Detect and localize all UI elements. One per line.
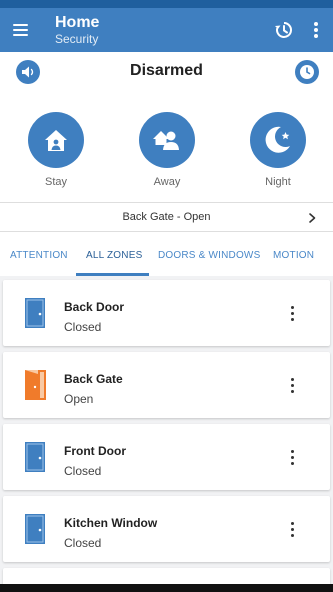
zone-card[interactable]: Kitchen Window Closed: [3, 496, 330, 562]
door-closed-icon: [25, 442, 45, 472]
zone-card[interactable]: Front Door Closed: [3, 424, 330, 490]
window-closed-icon: [25, 514, 45, 544]
overflow-menu-icon[interactable]: [309, 20, 323, 40]
more-options-icon[interactable]: [288, 376, 298, 394]
zone-state: Closed: [64, 536, 102, 550]
notice-text: Back Gate - Open: [122, 211, 211, 223]
tab-attention[interactable]: ATTENTION: [10, 250, 68, 261]
mode-night-button[interactable]: Night: [248, 112, 308, 188]
history-icon[interactable]: [274, 20, 294, 40]
security-status: Disarmed: [130, 62, 203, 79]
zone-name: Front Door: [64, 444, 126, 458]
zone-state: Closed: [64, 464, 102, 478]
app-bar: Home Security: [0, 8, 333, 52]
zone-state: Open: [64, 392, 94, 406]
people-away-icon: [139, 112, 195, 168]
door-closed-icon: [25, 298, 45, 328]
mode-away-button[interactable]: Away: [137, 112, 197, 188]
mode-label: Away: [153, 176, 181, 188]
app-bar-subtitle: Security: [55, 32, 99, 46]
open-zone-notice[interactable]: Back Gate - Open: [0, 202, 333, 232]
moon-night-icon: [250, 112, 306, 168]
mode-stay-button[interactable]: Stay: [26, 112, 86, 188]
home-stay-icon: [28, 112, 84, 168]
app-bar-titles: Home Security: [55, 13, 99, 46]
tab-all-zones[interactable]: ALL ZONES: [86, 250, 142, 261]
zone-name: Back Gate: [64, 372, 123, 386]
mode-label: Stay: [44, 176, 67, 188]
status-bar: [0, 0, 333, 8]
clock-icon[interactable]: [295, 60, 319, 84]
zone-card[interactable]: Back Door Closed: [3, 280, 330, 346]
zone-name: Back Door: [64, 300, 125, 314]
zone-name: Kitchen Window: [64, 516, 158, 530]
more-options-icon[interactable]: [288, 520, 298, 538]
door-open-icon: [25, 370, 46, 400]
more-options-icon[interactable]: [288, 448, 298, 466]
zone-state: Closed: [64, 320, 102, 334]
tab-doors-windows[interactable]: DOORS & WINDOWS: [158, 250, 260, 261]
app-bar-title: Home: [55, 14, 100, 31]
mode-label: Night: [265, 176, 291, 188]
chevron-right-icon: [309, 213, 316, 223]
system-nav-bar: [0, 584, 333, 592]
zone-card[interactable]: Back Gate Open: [3, 352, 330, 418]
zone-tabs: ATTENTION ALL ZONES DOORS & WINDOWS MOTI…: [0, 238, 333, 276]
tab-motion[interactable]: MOTION: [273, 250, 314, 261]
menu-icon[interactable]: [11, 20, 31, 40]
more-options-icon[interactable]: [288, 304, 298, 322]
zone-list: Back Door Closed Back Gate Open Front Do…: [0, 276, 333, 592]
